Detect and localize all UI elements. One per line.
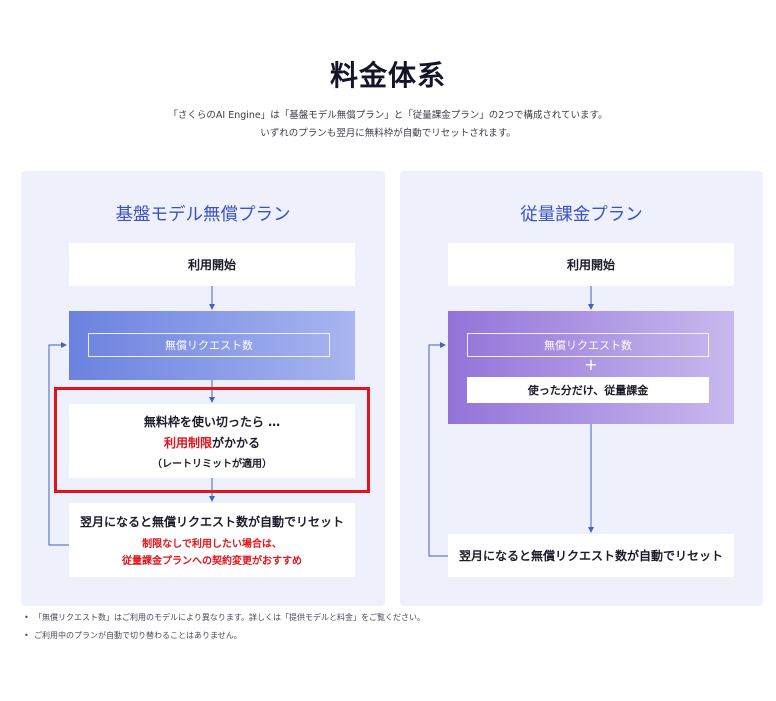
highlight-frame	[54, 387, 370, 493]
metered-plan-start-box: 利用開始	[448, 243, 734, 286]
footnote-item: • 「無償リクエスト数」はご利用のモデルにより異なります。詳しくは「提供モデルと料…	[24, 613, 426, 622]
metered-plan-reset-label: 翌月になると無償リクエスト数が自動でリセット	[458, 549, 723, 563]
metered-billing-label: 使った分だけ、従量課金	[527, 384, 649, 397]
free-plan-start-label: 利用開始	[187, 258, 236, 272]
free-plan-reset-box: 翌月になると無償リクエスト数が自動でリセット 制限なしで利用したい場合は、 従量…	[69, 503, 355, 577]
footnote-item: • ご利用中のプランが自動で切り替わることはありません。	[24, 631, 242, 640]
plus-icon: +	[584, 355, 598, 374]
free-plan-requests-label: 無償リクエスト数	[88, 333, 330, 357]
free-plan-start-box: 利用開始	[69, 243, 355, 286]
footnotes: • 「無償リクエスト数」はご利用のモデルにより異なります。詳しくは「提供モデルと料…	[24, 612, 425, 648]
metered-plan-reset-box: 翌月になると無償リクエスト数が自動でリセット	[448, 534, 734, 577]
metered-plan-requests-label: 無償リクエスト数	[467, 333, 709, 357]
free-plan-reset-label: 翌月になると無償リクエスト数が自動でリセット	[79, 515, 344, 529]
metered-billing-box: 使った分だけ、従量課金	[467, 377, 709, 403]
reset-note-line-1: 制限なしで利用したい場合は、	[142, 539, 282, 550]
reset-note-line-2: 従量課金プランへの契約変更がおすすめ	[122, 556, 302, 567]
metered-plan-start-label: 利用開始	[566, 258, 615, 272]
right-loop-back	[428, 342, 448, 557]
